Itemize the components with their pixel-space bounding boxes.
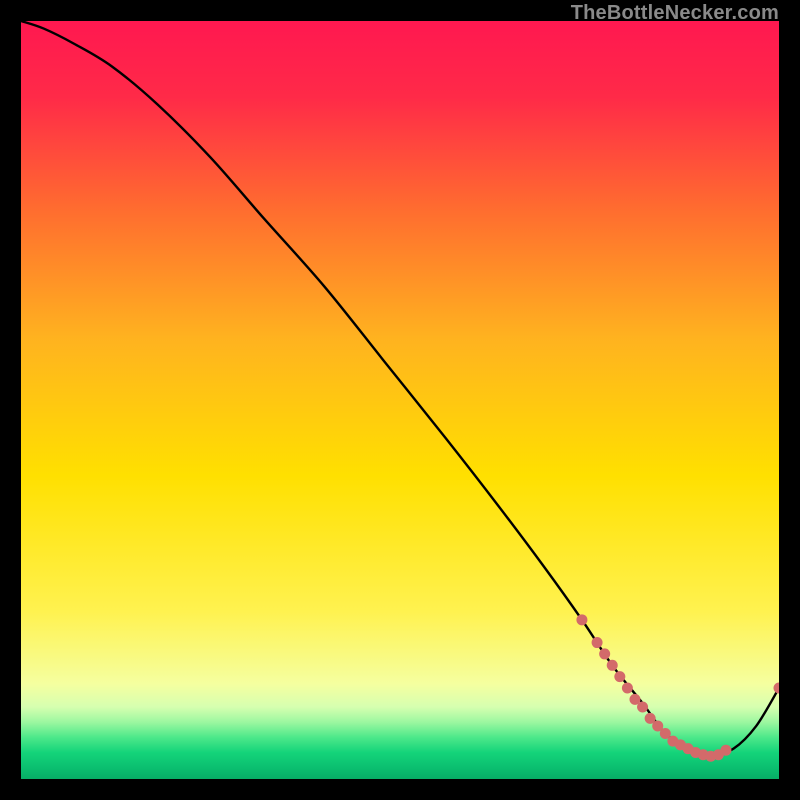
data-point <box>720 745 731 756</box>
bottleneck-chart <box>21 21 779 779</box>
data-point <box>637 701 648 712</box>
data-point <box>614 671 625 682</box>
data-point <box>622 683 633 694</box>
data-point <box>599 648 610 659</box>
data-point <box>607 660 618 671</box>
chart-stage: TheBottleNecker.com <box>0 0 800 800</box>
gradient-background <box>21 21 779 779</box>
data-point <box>592 637 603 648</box>
data-point <box>576 614 587 625</box>
